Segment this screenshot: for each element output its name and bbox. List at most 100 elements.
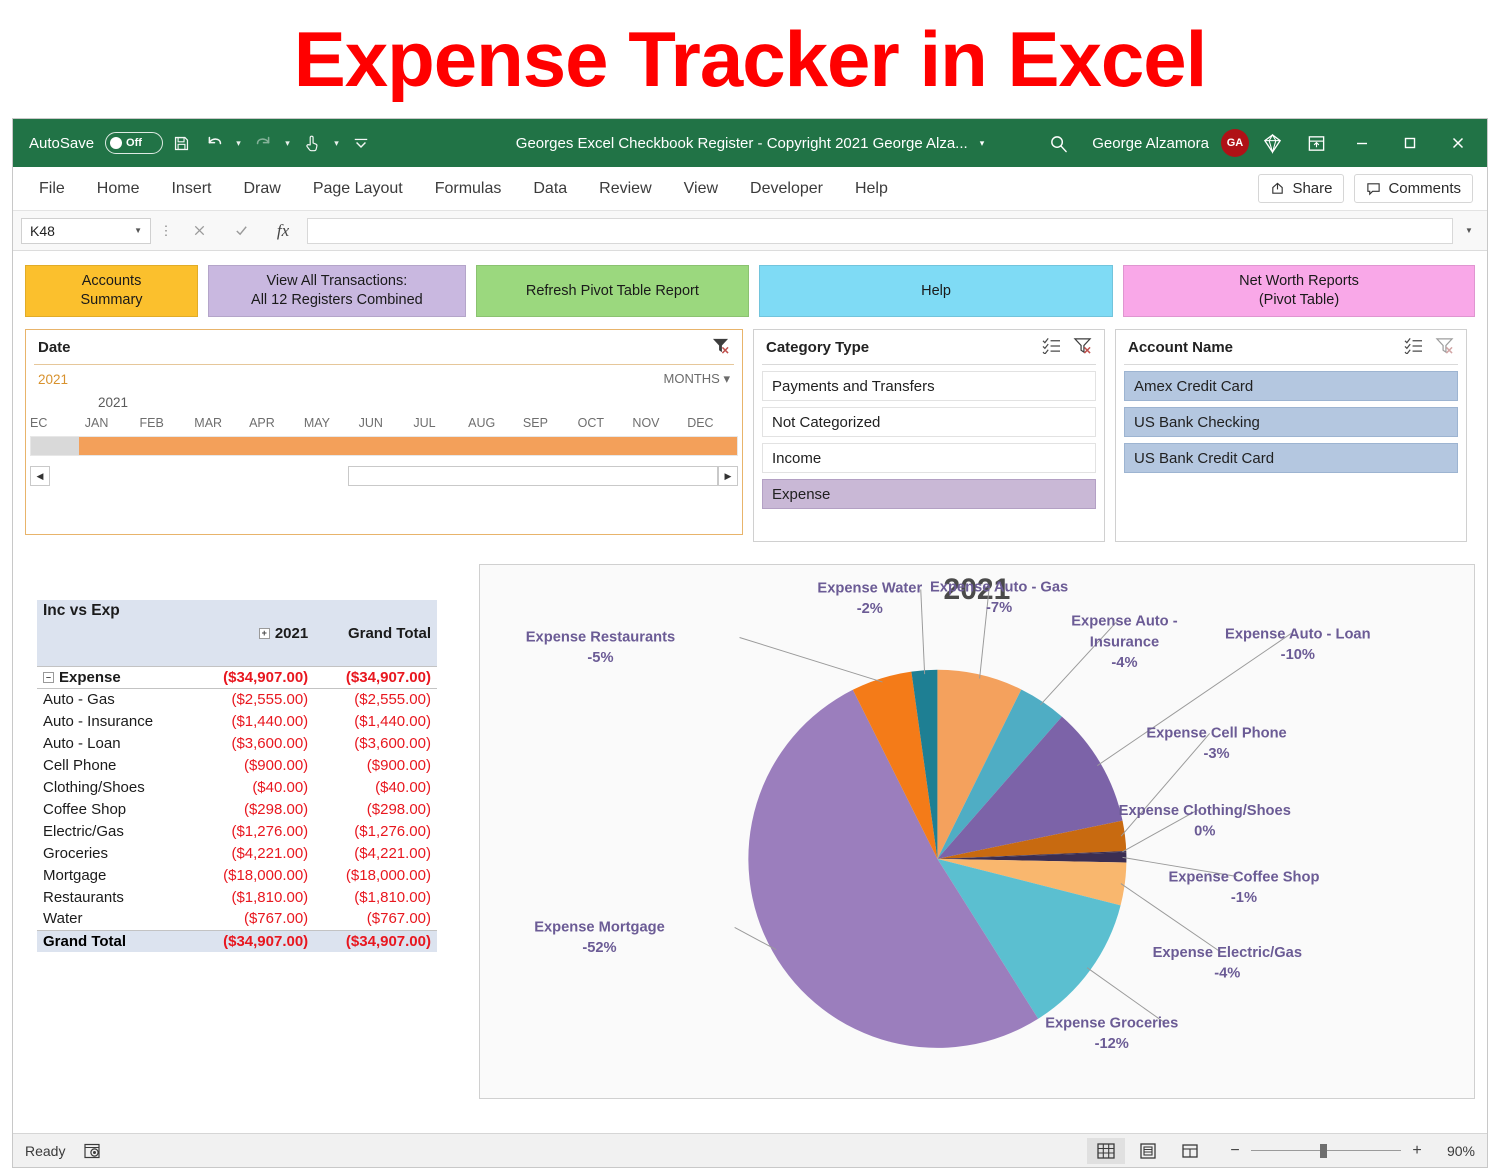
timeline-month-2[interactable]: FEB <box>140 416 195 430</box>
title-dropdown-icon[interactable]: ▾ <box>980 138 985 149</box>
page-layout-view-icon[interactable] <box>1129 1138 1167 1164</box>
save-icon[interactable] <box>166 128 196 158</box>
zoom-slider-thumb[interactable] <box>1320 1143 1327 1158</box>
touch-mode-icon[interactable] <box>297 128 327 158</box>
slicer-item-expense[interactable]: Expense <box>762 479 1096 509</box>
user-name[interactable]: George Alzamora <box>1082 135 1219 152</box>
tab-draw[interactable]: Draw <box>227 167 296 211</box>
avatar[interactable]: GA <box>1221 129 1249 157</box>
tab-help[interactable]: Help <box>839 167 904 211</box>
minimize-icon[interactable] <box>1339 126 1385 160</box>
tab-data[interactable]: Data <box>517 167 583 211</box>
scroll-right-icon[interactable]: ▶ <box>718 466 738 486</box>
timeline-level-label: MONTHS <box>663 371 720 386</box>
autosave-toggle[interactable]: Off <box>105 132 164 154</box>
timeline-month-9[interactable]: SEP <box>523 416 578 430</box>
pivot-group-label[interactable]: – Expense <box>37 665 192 688</box>
table-row: Auto - Loan ($3,600.00) ($3,600.00) <box>37 732 437 754</box>
collapse-icon[interactable]: – <box>43 672 54 684</box>
net-worth-reports-button[interactable]: Net Worth Reports (Pivot Table) <box>1123 265 1475 317</box>
slicer-item-not-categorized[interactable]: Not Categorized <box>762 407 1096 437</box>
zoom-level-label[interactable]: 90% <box>1433 1143 1475 1159</box>
lower-content: Inc vs Exp +2021 Grand Total – Expense (… <box>25 564 1475 1099</box>
page-break-preview-icon[interactable] <box>1171 1138 1209 1164</box>
timeline-month-5[interactable]: MAY <box>304 416 359 430</box>
maximize-icon[interactable] <box>1387 126 1433 160</box>
touch-mode-dropdown-icon[interactable]: ▾ <box>330 138 343 149</box>
pivot-col-header-2021[interactable]: +2021 <box>191 622 315 644</box>
nb1-line2: All 12 Registers Combined <box>251 292 423 308</box>
customize-quick-access-icon[interactable] <box>346 128 376 158</box>
clear-filter-icon[interactable] <box>711 337 730 358</box>
timeline-month-7[interactable]: JUL <box>413 416 468 430</box>
insert-function-icon[interactable]: fx <box>265 218 301 244</box>
timeline-month-10[interactable]: OCT <box>578 416 633 430</box>
formula-input[interactable] <box>307 217 1453 244</box>
timeline-level-selector[interactable]: MONTHS ▾ <box>664 371 730 387</box>
pivot-row-v2-water: ($767.00) <box>366 910 431 928</box>
timeline-month-11[interactable]: NOV <box>632 416 687 430</box>
scroll-left-icon[interactable]: ◀ <box>30 466 50 486</box>
multi-select-icon[interactable] <box>1404 337 1423 358</box>
timeline-year-header: 2021 <box>98 395 129 410</box>
microsoft-365-icon[interactable] <box>1251 126 1293 160</box>
timeline-month-0[interactable]: EC <box>30 416 85 430</box>
ribbon-display-options-icon[interactable] <box>1295 126 1337 160</box>
pie-chart-container[interactable]: 2021 Expense Auto - Gas -7% Expense Auto -… <box>478 564 1475 1099</box>
zoom-slider[interactable] <box>1251 1143 1401 1158</box>
timeline-month-1[interactable]: JAN <box>85 416 140 430</box>
expand-icon[interactable]: + <box>258 628 270 640</box>
timeline-month-3[interactable]: MAR <box>194 416 249 430</box>
accounts-summary-button[interactable]: Accounts Summary <box>25 265 199 317</box>
slicer-item-us-bank-checking[interactable]: US Bank Checking <box>1124 407 1458 437</box>
tab-home[interactable]: Home <box>81 167 156 211</box>
expand-formula-bar-icon[interactable]: ▼ <box>1459 226 1479 235</box>
clear-filter-icon[interactable] <box>1073 337 1092 358</box>
tab-page-layout[interactable]: Page Layout <box>297 167 419 211</box>
timeline-month-12[interactable]: DEC <box>687 416 742 430</box>
timeline-scroll-thumb[interactable] <box>348 466 718 486</box>
tab-insert[interactable]: Insert <box>155 167 227 211</box>
refresh-pivot-table-button[interactable]: Refresh Pivot Table Report <box>475 265 750 317</box>
ribbon-tabs: File Home Insert Draw Page Layout Formul… <box>13 167 1487 211</box>
clear-filter-icon[interactable] <box>1435 337 1454 358</box>
normal-view-icon[interactable] <box>1087 1137 1125 1164</box>
multi-select-icon[interactable] <box>1042 337 1061 358</box>
chevron-down-icon[interactable]: ▼ <box>134 226 142 235</box>
slicer-item-income[interactable]: Income <box>762 443 1096 473</box>
undo-dropdown-icon[interactable]: ▾ <box>232 138 245 149</box>
tab-developer[interactable]: Developer <box>734 167 839 211</box>
comment-icon <box>1367 183 1381 196</box>
zoom-in-button[interactable]: + <box>1409 1142 1425 1160</box>
record-macro-icon[interactable] <box>83 1142 101 1160</box>
redo-icon[interactable] <box>248 128 278 158</box>
slicer-item-payments-and-transfers[interactable]: Payments and Transfers <box>762 371 1096 401</box>
timeline-month-4[interactable]: APR <box>249 416 304 430</box>
slicer-item-amex-credit-card[interactable]: Amex Credit Card <box>1124 371 1458 401</box>
close-icon[interactable] <box>1435 126 1481 160</box>
search-icon[interactable] <box>1036 126 1080 160</box>
redo-dropdown-icon[interactable]: ▾ <box>281 138 294 149</box>
tab-view[interactable]: View <box>668 167 734 211</box>
cancel-icon[interactable] <box>181 218 217 244</box>
pivot-row-label-restaurants: Restaurants <box>43 888 124 906</box>
enter-icon[interactable] <box>223 218 259 244</box>
timeline-month-8[interactable]: AUG <box>468 416 523 430</box>
timeline-selection-bar[interactable] <box>30 436 738 456</box>
pivot-row-v1-water: ($767.00) <box>243 910 309 928</box>
tab-formulas[interactable]: Formulas <box>419 167 518 211</box>
slicer-row: Date 2021 MONTHS ▾ 2021 EC JAN FEB MAR A… <box>25 329 1475 542</box>
view-all-transactions-button[interactable]: View All Transactions: All 12 Registers C… <box>208 265 466 317</box>
slicer-item-us-bank-credit-card[interactable]: US Bank Credit Card <box>1124 443 1458 473</box>
tab-file[interactable]: File <box>33 167 81 211</box>
pivot-grand-total-row: Grand Total ($34,907.00) ($34,907.00) <box>37 929 437 952</box>
zoom-out-button[interactable]: − <box>1227 1142 1243 1160</box>
formula-bar-handle[interactable]: ⋮ <box>157 223 175 239</box>
help-button[interactable]: Help <box>759 265 1113 317</box>
undo-icon[interactable] <box>199 128 229 158</box>
name-box[interactable]: K48 ▼ <box>21 217 151 244</box>
share-button[interactable]: Share <box>1258 174 1345 203</box>
comments-button[interactable]: Comments <box>1354 174 1473 203</box>
tab-review[interactable]: Review <box>583 167 667 211</box>
timeline-month-6[interactable]: JUN <box>359 416 414 430</box>
